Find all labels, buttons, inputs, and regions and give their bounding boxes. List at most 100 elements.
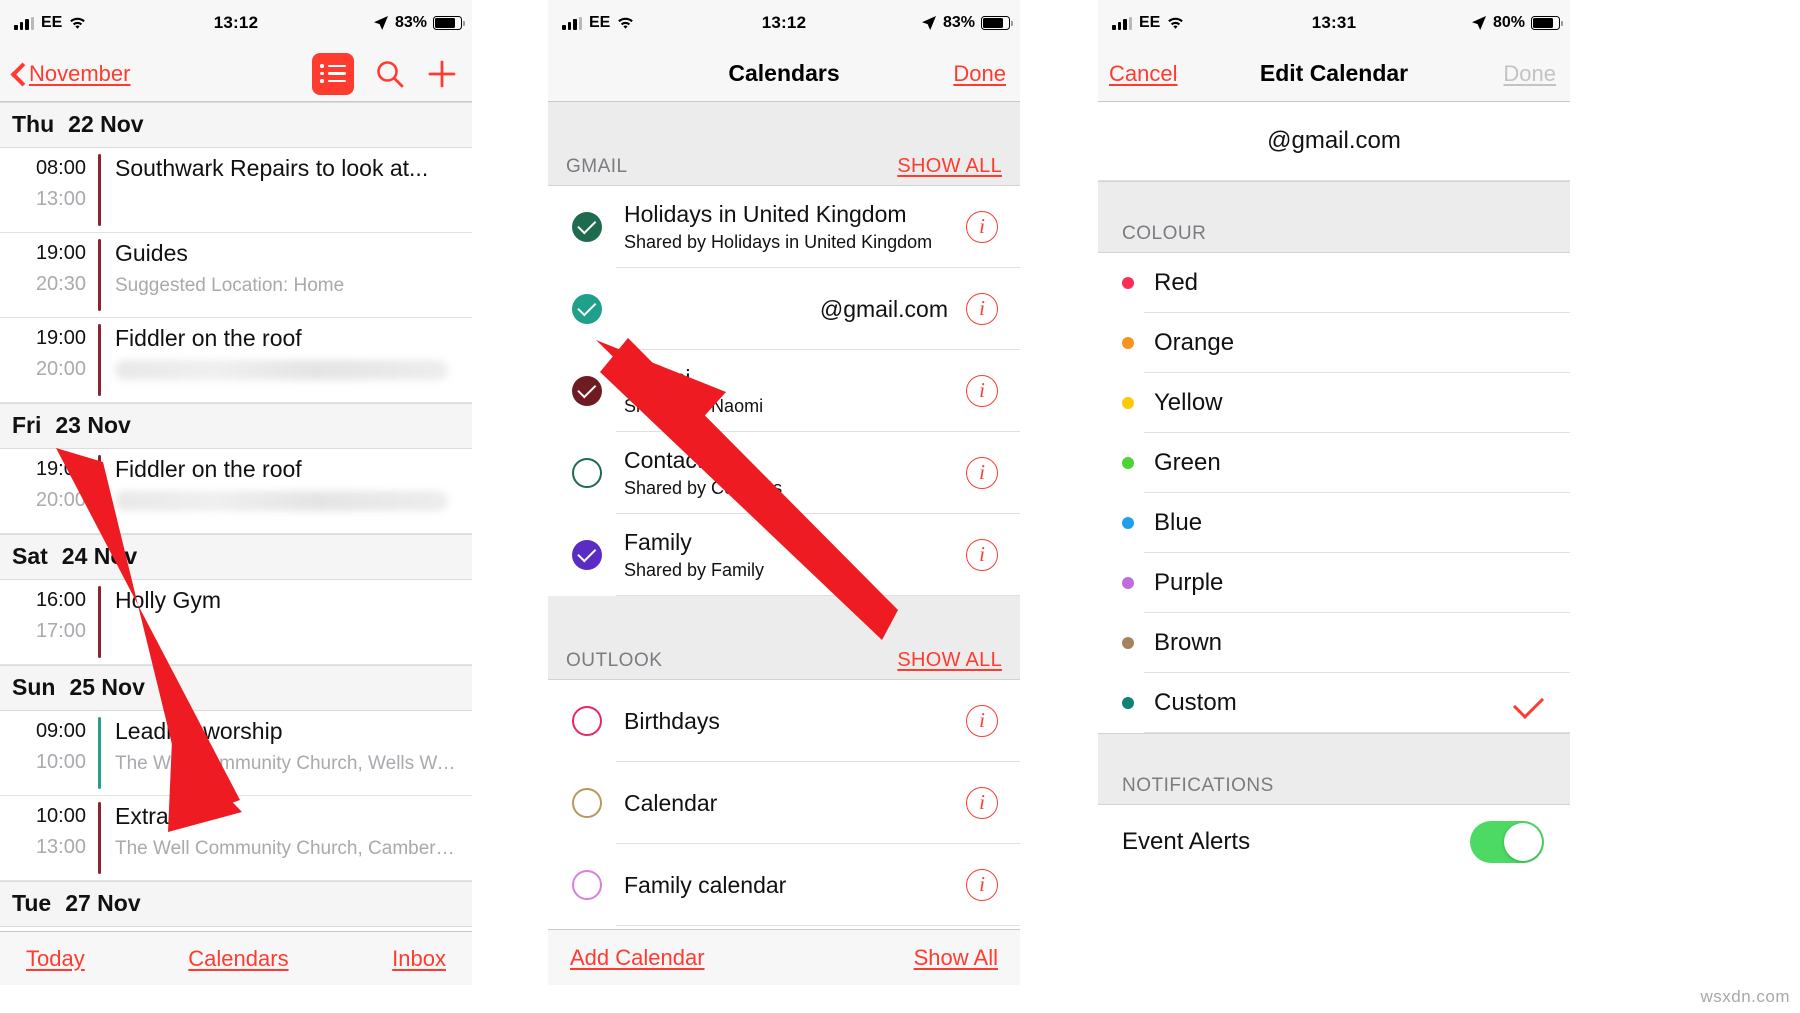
calendar-item-text: Naomi Shared by Naomi bbox=[624, 365, 954, 417]
info-icon[interactable]: i bbox=[966, 293, 998, 325]
colour-option-label: Brown bbox=[1154, 629, 1223, 656]
colour-option-label: Blue bbox=[1154, 509, 1203, 536]
colour-swatch-icon bbox=[1122, 577, 1134, 589]
event-subtitle-redacted bbox=[115, 491, 449, 511]
screenshot-stage: EE 13:12 83% November Thu 22 Nov 08:00 1… bbox=[0, 0, 1800, 1013]
calendar-list-item[interactable]: @gmail.com i bbox=[548, 268, 1020, 350]
agenda-event-row[interactable]: 10:00 13:00 Extra The Well Community Church… bbox=[0, 796, 472, 881]
info-icon[interactable]: i bbox=[966, 375, 998, 407]
event-title: Leading worship bbox=[115, 718, 283, 744]
list-view-icon[interactable] bbox=[312, 52, 354, 95]
agenda-event-row[interactable]: 09:00 10:00 Leading worship The Well Commun… bbox=[0, 711, 472, 796]
calendar-item-name: Calendar bbox=[624, 789, 718, 816]
calendar-section-header: OUTLOOK SHOW ALL bbox=[548, 596, 1020, 680]
calendars-list[interactable]: GMAIL SHOW ALL Holidays in United Kingdom S… bbox=[548, 102, 1020, 926]
checkbox-unchecked-icon[interactable] bbox=[572, 870, 602, 900]
calendar-list-item[interactable]: Naomi Shared by Naomi i bbox=[548, 350, 1020, 432]
colour-list[interactable]: Red Orange Yellow Green Blue Purple Brown Custo… bbox=[1098, 253, 1570, 733]
event-body: Guides Suggested Location: Home bbox=[101, 233, 472, 317]
checkbox-checked-icon[interactable] bbox=[572, 376, 602, 406]
info-icon[interactable]: i bbox=[966, 869, 998, 901]
agenda-event-row[interactable]: 08:00 13:00 Southwark Repairs to look at..… bbox=[0, 148, 472, 233]
calendars-bottom-bar: Add Calendar Show All bbox=[548, 929, 1020, 985]
calendar-item-name: @gmail.com bbox=[819, 295, 948, 322]
calendar-item-name: Contacts bbox=[624, 447, 715, 473]
info-icon[interactable]: i bbox=[966, 787, 998, 819]
checkbox-unchecked-icon[interactable] bbox=[572, 706, 602, 736]
battery-icon bbox=[1531, 16, 1563, 30]
event-start-time: 16:00 bbox=[35, 589, 86, 611]
colour-option-row[interactable]: Red bbox=[1098, 253, 1570, 313]
calendar-list-item[interactable]: Birthdays i bbox=[548, 680, 1020, 762]
day-date: 22 Nov bbox=[68, 111, 144, 137]
nav-actions bbox=[312, 52, 458, 95]
event-alerts-row[interactable]: Event Alerts bbox=[1098, 805, 1570, 879]
search-icon[interactable] bbox=[374, 58, 406, 90]
page-title: Edit Calendar bbox=[1259, 60, 1409, 86]
calendars-button[interactable]: Calendars bbox=[188, 946, 288, 972]
event-title: Holly Gym bbox=[115, 587, 222, 613]
notifications-section-header: NOTIFICATIONS bbox=[1098, 733, 1570, 805]
agenda-event-row[interactable]: 19:00 20:30 Guides Suggested Location: Home bbox=[0, 233, 472, 318]
checkbox-checked-icon[interactable] bbox=[572, 294, 602, 324]
event-subtitle: Suggested Location: Home bbox=[115, 275, 345, 296]
event-title: Fiddler on the roof bbox=[115, 325, 302, 351]
calendar-list-item[interactable]: Contacts Shared by Contacts i bbox=[548, 432, 1020, 514]
row-separator bbox=[1144, 732, 1570, 733]
calendar-name-field[interactable]: @gmail.com bbox=[1098, 102, 1570, 181]
colour-swatch-icon bbox=[1122, 637, 1134, 649]
section-show-all-button[interactable]: SHOW ALL bbox=[897, 155, 1002, 178]
back-button[interactable]: November bbox=[11, 61, 130, 87]
nav-bar-calendars: Calendars Done bbox=[548, 46, 1020, 102]
checkbox-checked-icon[interactable] bbox=[572, 212, 602, 242]
event-end-time: 13:00 bbox=[35, 836, 86, 858]
info-icon[interactable]: i bbox=[966, 211, 998, 243]
checkbox-checked-icon[interactable] bbox=[572, 540, 602, 570]
info-icon[interactable]: i bbox=[966, 705, 998, 737]
colour-option-row[interactable]: Orange bbox=[1098, 313, 1570, 373]
panel-calendars: EE 13:12 83% Calendars Done GMAIL SHOW AL… bbox=[548, 0, 1020, 1013]
battery-icon bbox=[981, 16, 1013, 30]
colour-option-row[interactable]: Brown bbox=[1098, 613, 1570, 673]
calendar-item-shared-by: Shared by Naomi bbox=[624, 396, 764, 416]
info-icon[interactable]: i bbox=[966, 457, 998, 489]
event-body: Southwark Repairs to look at... bbox=[101, 148, 472, 232]
checkbox-unchecked-icon[interactable] bbox=[572, 788, 602, 818]
event-start-time: 19:00 bbox=[35, 242, 86, 264]
plus-icon[interactable] bbox=[426, 58, 458, 90]
inbox-button[interactable]: Inbox bbox=[392, 946, 446, 972]
calendar-list-item[interactable]: Calendar i bbox=[548, 762, 1020, 844]
checkbox-unchecked-icon[interactable] bbox=[572, 458, 602, 488]
colour-swatch-icon bbox=[1122, 277, 1134, 289]
calendar-name-value: @gmail.com bbox=[1267, 127, 1401, 154]
day-date: 27 Nov bbox=[65, 890, 141, 916]
calendar-list-item[interactable]: Family Shared by Family i bbox=[548, 514, 1020, 596]
event-end-time: 10:00 bbox=[35, 751, 86, 773]
agenda-list[interactable]: Thu 22 Nov 08:00 13:00 Southwark Repairs to … bbox=[0, 102, 472, 927]
calendar-list-item[interactable]: Family calendar i bbox=[548, 844, 1020, 926]
colour-option-row[interactable]: Yellow bbox=[1098, 373, 1570, 433]
info-icon[interactable]: i bbox=[966, 539, 998, 571]
location-arrow-icon bbox=[373, 15, 389, 31]
done-button[interactable]: Done bbox=[953, 61, 1006, 87]
colour-option-row[interactable]: Custom bbox=[1098, 673, 1570, 733]
event-body: Holly Gym bbox=[101, 580, 472, 664]
section-show-all-button[interactable]: SHOW ALL bbox=[897, 649, 1002, 672]
watermark: wsxdn.com bbox=[1700, 987, 1790, 1006]
colour-option-row[interactable]: Purple bbox=[1098, 553, 1570, 613]
today-button[interactable]: Today bbox=[26, 946, 85, 972]
day-weekday: Sat bbox=[12, 543, 48, 569]
calendar-item-name: Birthdays bbox=[624, 707, 720, 734]
agenda-event-row[interactable]: 19:00 20:00 Fiddler on the roof bbox=[0, 318, 472, 403]
event-end-time: 20:30 bbox=[35, 273, 86, 295]
event-alerts-toggle[interactable] bbox=[1470, 821, 1544, 863]
event-body: Fiddler on the roof bbox=[101, 318, 472, 402]
agenda-event-row[interactable]: 19:00 20:00 Fiddler on the roof bbox=[0, 449, 472, 534]
calendar-list-item[interactable]: Holidays in United Kingdom Shared by Holi… bbox=[548, 186, 1020, 268]
add-calendar-button[interactable]: Add Calendar bbox=[570, 945, 705, 971]
show-all-button[interactable]: Show All bbox=[914, 945, 998, 971]
status-right: 80% bbox=[1471, 14, 1563, 32]
colour-option-row[interactable]: Blue bbox=[1098, 493, 1570, 553]
agenda-event-row[interactable]: 16:00 17:00 Holly Gym bbox=[0, 580, 472, 665]
colour-option-row[interactable]: Green bbox=[1098, 433, 1570, 493]
